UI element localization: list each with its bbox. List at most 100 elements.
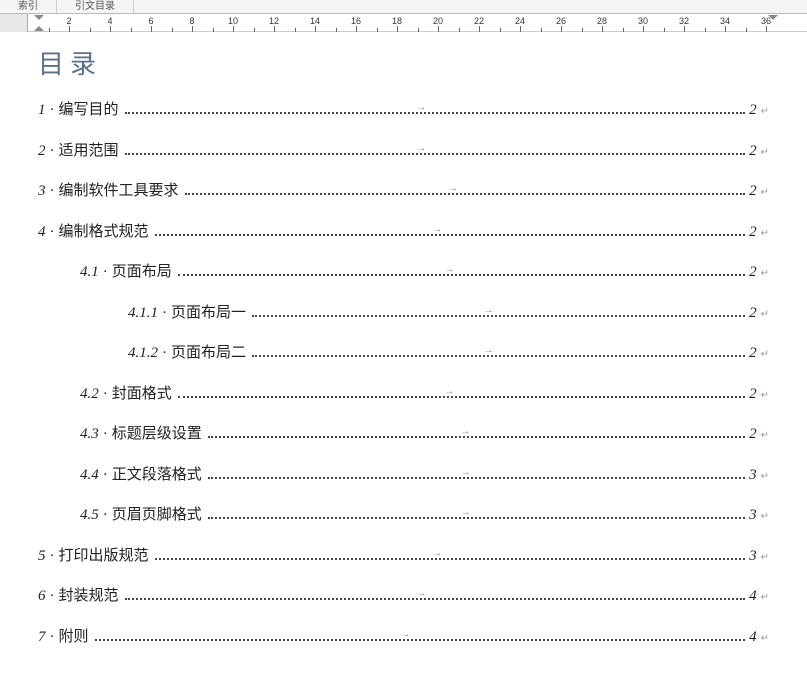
ruler-tick	[684, 26, 685, 32]
paragraph-mark-icon: ↵	[761, 104, 769, 119]
toc-entry[interactable]: 4.1.1·页面布局一 →2↵	[38, 302, 769, 325]
ruler-tick	[664, 28, 665, 32]
toc-entry-page: 4	[749, 626, 757, 649]
ruler-number: 12	[269, 16, 279, 26]
ruler-tick	[274, 26, 275, 32]
toc-entry-page: 2	[749, 99, 757, 122]
toc-leader-dots: →	[178, 274, 745, 276]
ruler-tick	[541, 28, 542, 32]
toc-entry[interactable]: 4·编制格式规范 →2↵	[38, 221, 769, 244]
first-line-indent-marker[interactable]	[34, 15, 44, 20]
ruler-number: 32	[679, 16, 689, 26]
ruler-number: 26	[556, 16, 566, 26]
ruler-tick	[438, 26, 439, 32]
toc-entry-page: 2	[749, 302, 757, 325]
tab-mark-icon: →	[484, 343, 494, 358]
ruler-tick	[418, 28, 419, 32]
toc-entry-number: 4.3	[80, 423, 99, 446]
toc-leader-dots: →	[155, 558, 746, 560]
ruler-tick	[254, 28, 255, 32]
toc-leader-dots: →	[125, 598, 746, 600]
toc-separator-dot: ·	[50, 180, 55, 203]
toc-leader-dots: →	[125, 112, 746, 114]
toc-entry-label: 封面格式	[112, 383, 172, 406]
tab-mark-icon: →	[460, 505, 470, 520]
toc-entry-page: 3	[749, 545, 757, 568]
toc-entry-label: 标题层级设置	[112, 423, 202, 446]
toc-entry-page: 3	[749, 504, 757, 527]
ruler-number: 16	[351, 16, 361, 26]
toc-entry-page: 4	[749, 585, 757, 608]
ruler-tick	[766, 26, 767, 32]
tab-citation-toc[interactable]: 引文目录	[57, 0, 134, 13]
toc-entry-label: 正文段落格式	[112, 464, 202, 487]
toc-entry[interactable]: 5·打印出版规范 →3↵	[38, 545, 769, 568]
toc-leader-dots: →	[125, 153, 746, 155]
paragraph-mark-icon: ↵	[761, 469, 769, 484]
ruler-tick	[705, 28, 706, 32]
ruler-tick	[520, 26, 521, 32]
toc-title: 目录	[38, 44, 769, 81]
paragraph-mark-icon: ↵	[761, 631, 769, 646]
toc-entry[interactable]: 6·封装规范 →4↵	[38, 585, 769, 608]
toc-separator-dot: ·	[50, 545, 55, 568]
ruler-tick	[151, 26, 152, 32]
toc-entry[interactable]: 2·适用范围 →2↵	[38, 140, 769, 163]
ruler-tick	[336, 28, 337, 32]
toc-entry[interactable]: 4.1·页面布局 →2↵	[38, 261, 769, 284]
toc-separator-dot: ·	[162, 302, 167, 325]
toc-entry[interactable]: 7·附则 →4↵	[38, 626, 769, 649]
toc-entry-number: 4.2	[80, 383, 99, 406]
hanging-indent-marker[interactable]	[34, 26, 44, 31]
ruler-number: 4	[107, 16, 112, 26]
toc-entry-page: 2	[749, 221, 757, 244]
toc-leader-dots: →	[178, 396, 745, 398]
toc-entry-label: 适用范围	[59, 140, 119, 163]
toc-entry-page: 3	[749, 464, 757, 487]
ruler-number: 18	[392, 16, 402, 26]
horizontal-ruler[interactable]: 24681012141618202224262830323436	[0, 14, 807, 32]
toc-separator-dot: ·	[50, 99, 55, 122]
ruler-tick	[746, 28, 747, 32]
toc-entry-page: 2	[749, 261, 757, 284]
toc-entry[interactable]: 4.4·正文段落格式 →3↵	[38, 464, 769, 487]
toc-entry-label: 编制软件工具要求	[59, 180, 179, 203]
toc-separator-dot: ·	[103, 423, 108, 446]
toc-entry-label: 编写目的	[59, 99, 119, 122]
ruler-number: 36	[761, 16, 771, 26]
ruler-tick	[397, 26, 398, 32]
toc-separator-dot: ·	[50, 221, 55, 244]
toc-entry[interactable]: 1·编写目的 →2↵	[38, 99, 769, 122]
ruler-tick	[725, 26, 726, 32]
ruler-number: 22	[474, 16, 484, 26]
toc-entry[interactable]: 4.1.2·页面布局二 →2↵	[38, 342, 769, 365]
tab-mark-icon: →	[448, 181, 458, 196]
ruler-tick	[623, 28, 624, 32]
toc-separator-dot: ·	[103, 504, 108, 527]
ruler-track: 24681012141618202224262830323436	[28, 14, 807, 32]
ruler-tick	[233, 26, 234, 32]
toc-separator-dot: ·	[50, 626, 55, 649]
toc-entry-label: 打印出版规范	[59, 545, 149, 568]
toc-leader-dots: →	[208, 436, 745, 438]
tab-index[interactable]: 索引	[0, 0, 57, 13]
toc-entry[interactable]: 3·编制软件工具要求 →2↵	[38, 180, 769, 203]
ruler-tick	[110, 26, 111, 32]
toc-entry-number: 4.1.1	[128, 302, 158, 325]
toc-entry[interactable]: 4.3·标题层级设置 →2↵	[38, 423, 769, 446]
ruler-tick	[131, 28, 132, 32]
tab-mark-icon: →	[460, 465, 470, 480]
toc-entry-number: 4.4	[80, 464, 99, 487]
toc-entry-number: 5	[38, 545, 46, 568]
toc-entry-number: 7	[38, 626, 46, 649]
toc-entry-number: 4.5	[80, 504, 99, 527]
toc-entry[interactable]: 4.2·封面格式 →2↵	[38, 383, 769, 406]
toc-entry-number: 3	[38, 180, 46, 203]
toc-leader-dots: →	[252, 315, 745, 317]
toc-separator-dot: ·	[50, 585, 55, 608]
ruler-number: 8	[189, 16, 194, 26]
ruler-tick	[356, 26, 357, 32]
toc-entry[interactable]: 4.5·页眉页脚格式 →3↵	[38, 504, 769, 527]
ruler-tick	[315, 26, 316, 32]
ruler-tick	[172, 28, 173, 32]
